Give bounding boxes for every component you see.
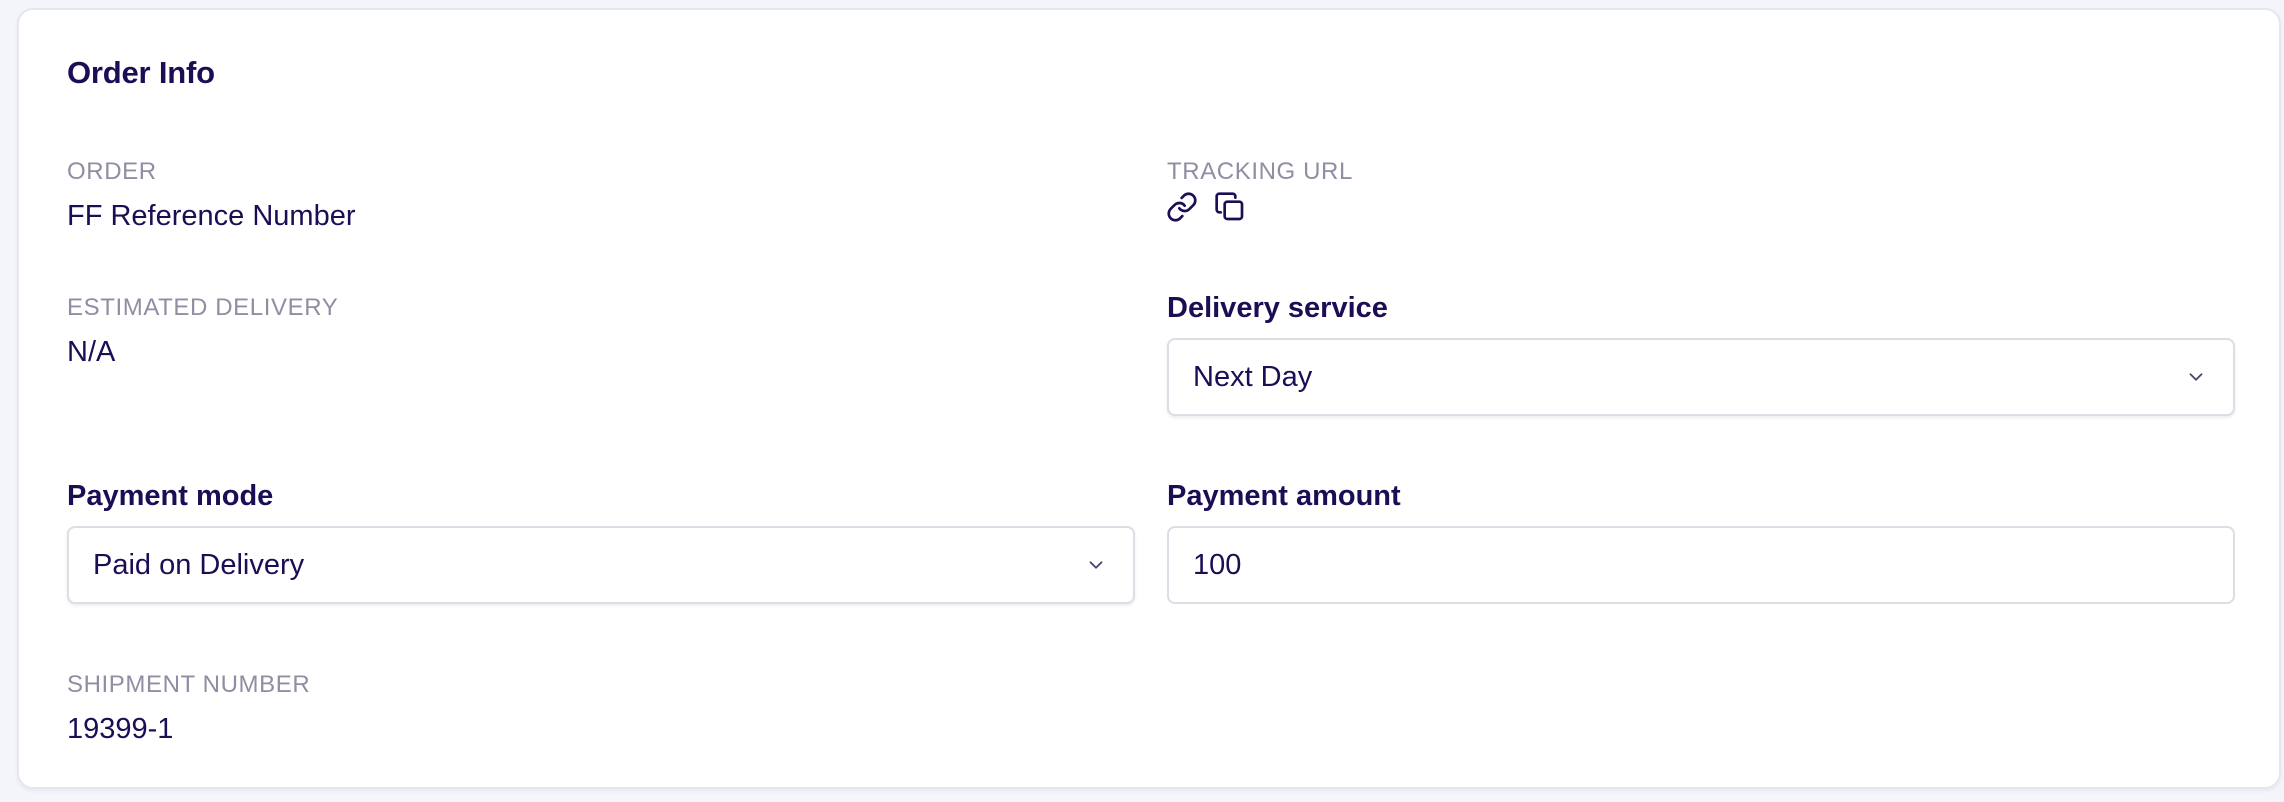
order-value: FF Reference Number xyxy=(67,200,356,232)
order-info-card: Order Info ORDER FF Reference Number TRA… xyxy=(17,8,2281,789)
copy-icon[interactable] xyxy=(1213,190,1247,224)
payment-amount-input[interactable]: 100 xyxy=(1167,526,2235,604)
link-icon[interactable] xyxy=(1165,190,1199,224)
delivery-service-selected: Next Day xyxy=(1193,360,1313,393)
delivery-service-label: Delivery service xyxy=(1167,292,1388,324)
order-label: ORDER xyxy=(67,158,157,185)
shipment-number-label: SHIPMENT NUMBER xyxy=(67,671,311,698)
estimated-delivery-value: N/A xyxy=(67,336,116,368)
shipment-number-value: 19399-1 xyxy=(67,713,174,745)
payment-amount-value: 100 xyxy=(1193,548,1242,581)
chevron-down-icon xyxy=(1083,552,1109,578)
payment-amount-label: Payment amount xyxy=(1167,480,1401,512)
tracking-url-label: TRACKING URL xyxy=(1167,158,1353,185)
card-title: Order Info xyxy=(67,55,215,90)
delivery-service-select[interactable]: Next Day xyxy=(1167,338,2235,416)
payment-mode-select[interactable]: Paid on Delivery xyxy=(67,526,1135,604)
payment-mode-label: Payment mode xyxy=(67,480,274,512)
estimated-delivery-label: ESTIMATED DELIVERY xyxy=(67,294,339,321)
payment-mode-selected: Paid on Delivery xyxy=(93,548,305,581)
chevron-down-icon xyxy=(2183,364,2209,390)
